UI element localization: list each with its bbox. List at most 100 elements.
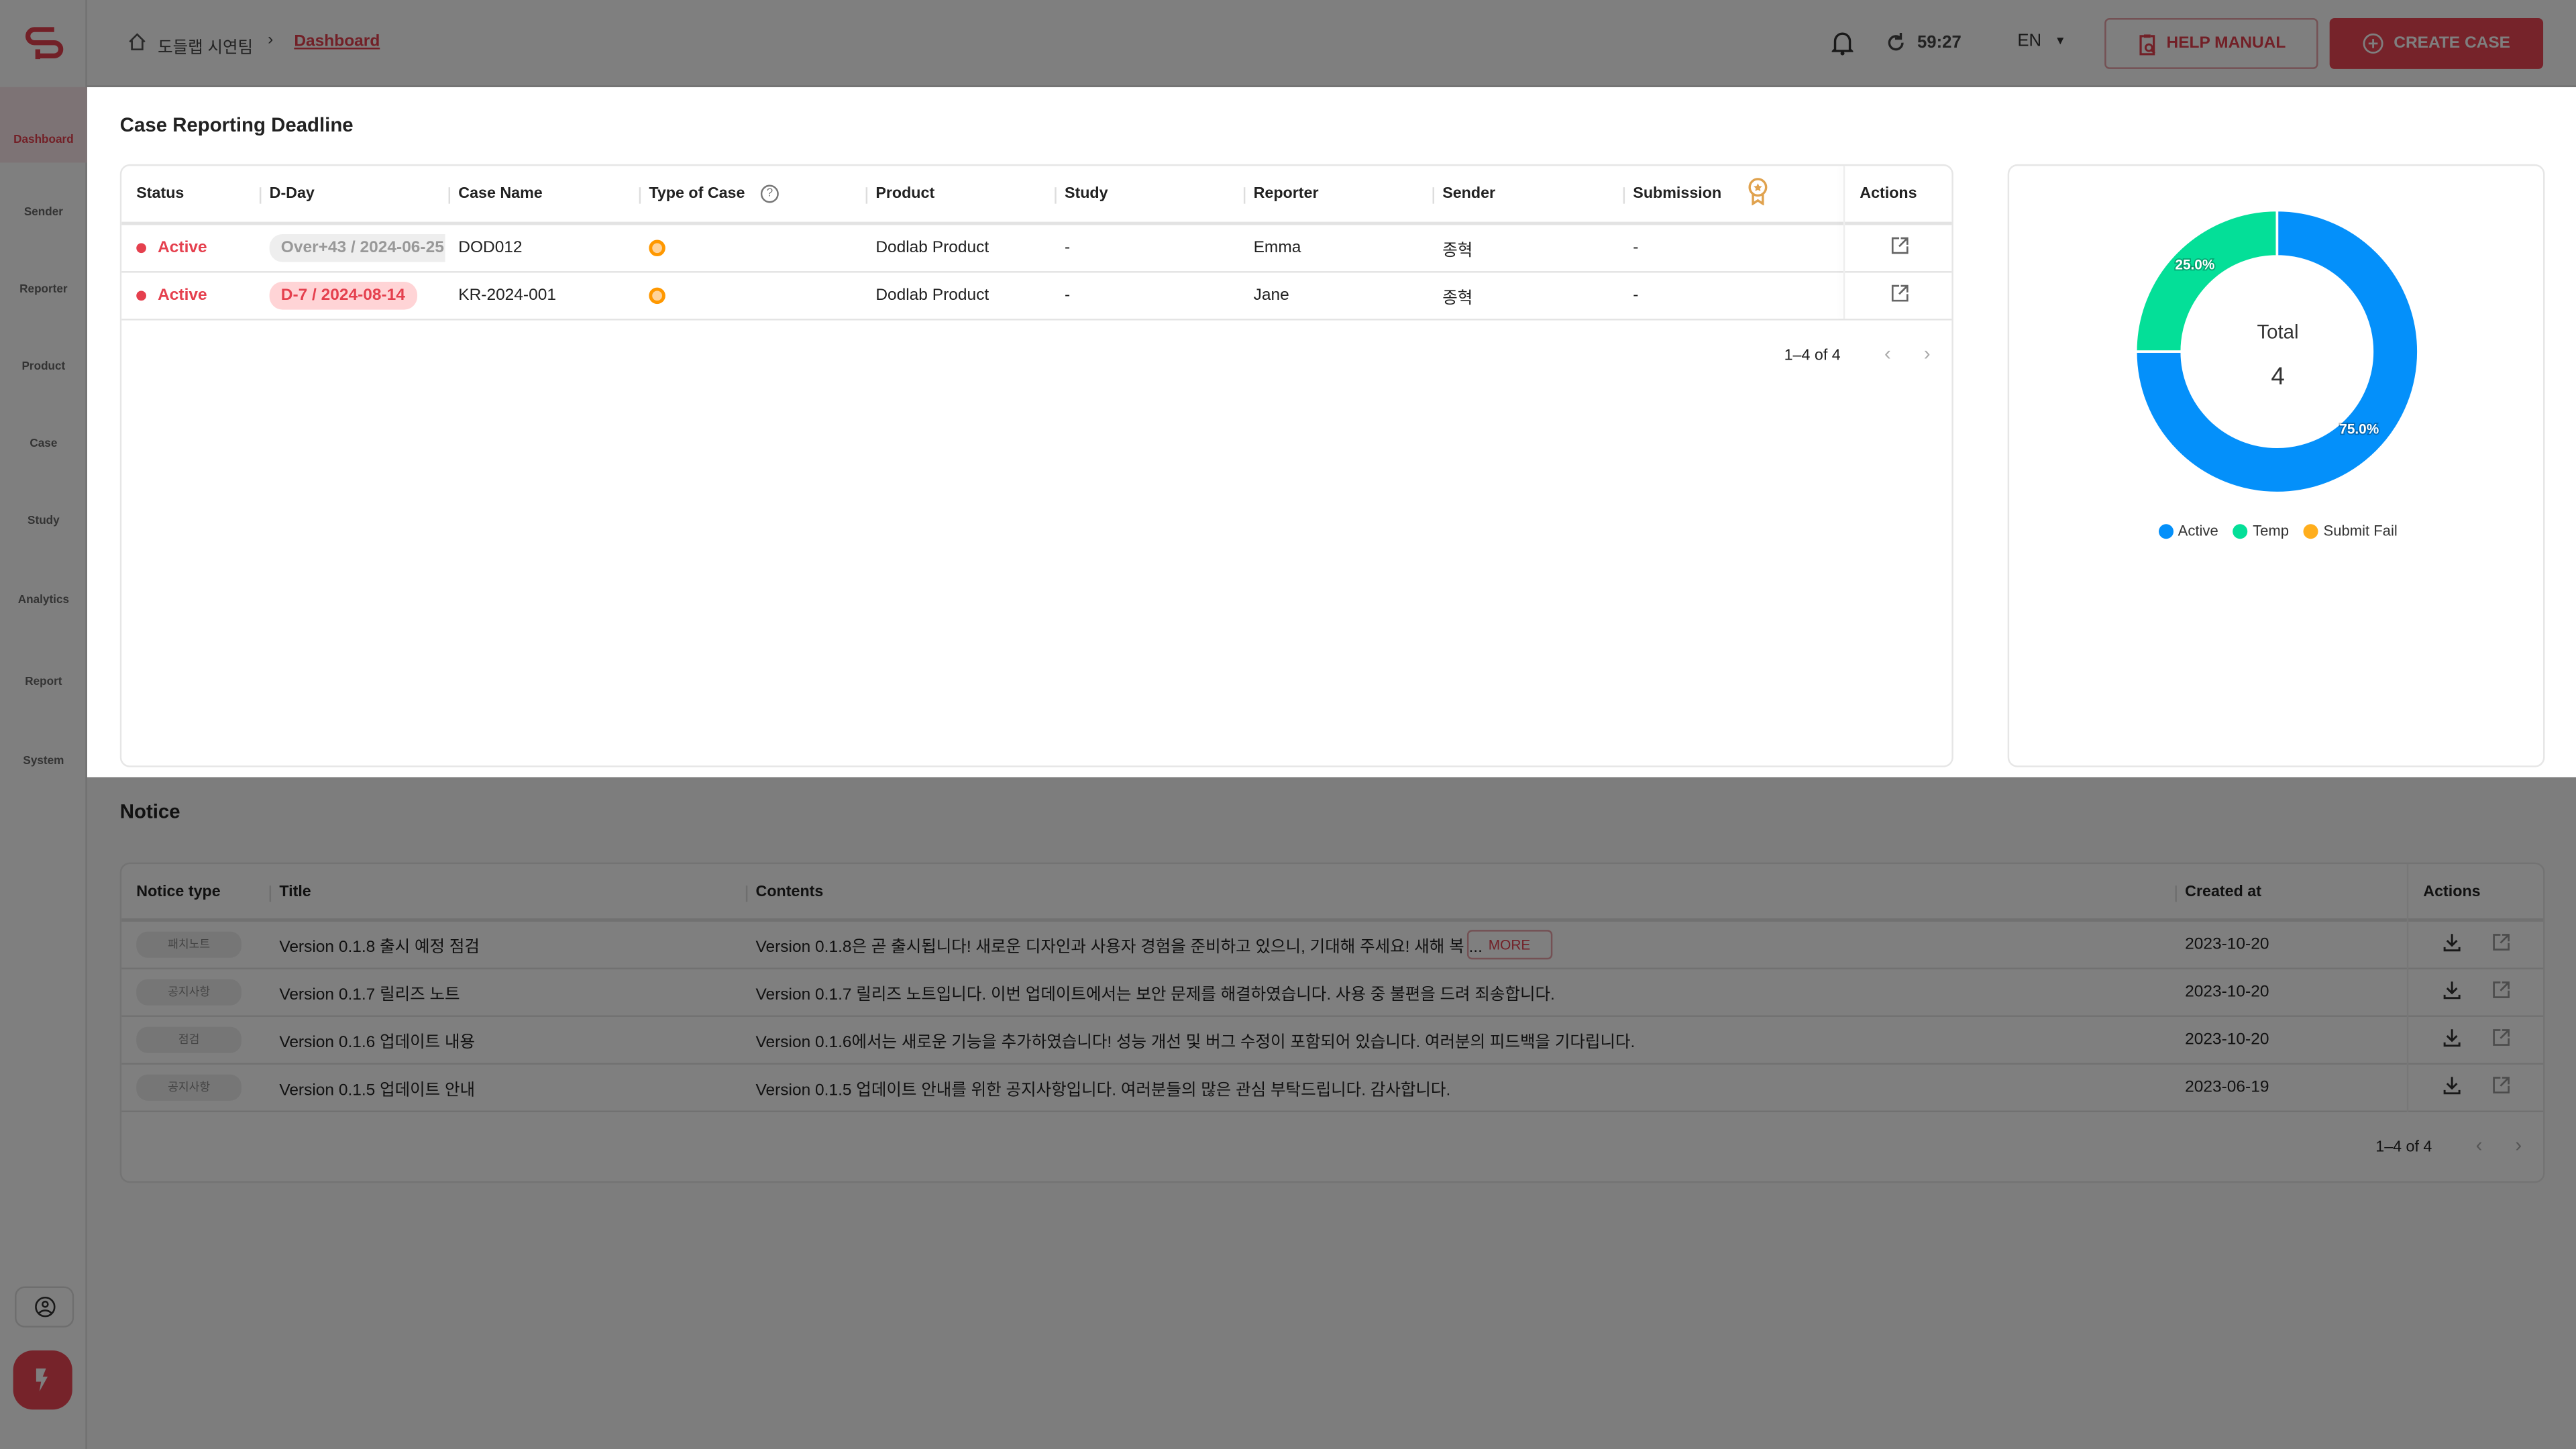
column-separator [1623, 187, 1625, 204]
open-external-icon[interactable] [2492, 933, 2510, 956]
column-separator [745, 885, 748, 902]
notice-table-header: Notice type Title Contents Created at Action… [121, 864, 2544, 922]
sidebar-item-system[interactable]: System [0, 708, 87, 784]
column-header-status[interactable]: Status [136, 185, 184, 203]
column-header-type-of-case[interactable]: Type of Case [649, 185, 745, 203]
case-name[interactable]: KR-2024-001 [458, 286, 556, 305]
dday-badge: D-7 / 2024-08-14 [269, 282, 417, 310]
sidebar-item-case[interactable]: Case [0, 391, 87, 467]
reporter-cell: Jane [1253, 286, 1289, 305]
notice-contents: Version 0.1.5 업데이트 안내를 위한 공지사항입니다. 여러분들의… [755, 1081, 1451, 1100]
open-external-icon[interactable] [1891, 284, 1909, 307]
bell-icon[interactable] [1831, 30, 1854, 56]
help-circle-icon[interactable]: ? [760, 184, 779, 203]
submission-cell: - [1633, 239, 1639, 258]
sidebar-item-dashboard[interactable]: Dashboard [0, 87, 87, 163]
notice-column-title[interactable]: Title [279, 882, 311, 900]
notice-row[interactable]: 공지사항 Version 0.1.5 업데이트 안내 Version 0.1.5 업… [121, 1065, 2544, 1112]
download-icon[interactable] [2443, 932, 2461, 957]
award-badge-icon [1748, 177, 1768, 210]
refresh-icon[interactable] [1886, 32, 1905, 52]
reporter-cell: Emma [1253, 239, 1301, 258]
chart-center-value: 4 [2271, 363, 2285, 391]
open-external-icon[interactable] [2492, 1076, 2510, 1099]
sidebar-item-label: System [23, 755, 64, 767]
sidebar-item-sender[interactable]: Sender [0, 160, 87, 235]
prev-page-icon[interactable]: ‹ [1884, 341, 1891, 364]
notice-column-notice-type[interactable]: Notice type [136, 882, 220, 900]
plus-circle-icon [2363, 33, 2383, 54]
chart-legend: Active Temp Submit Fail [2009, 523, 2546, 539]
column-header-reporter[interactable]: Reporter [1254, 185, 1319, 203]
language-select[interactable]: EN ▼ [2017, 32, 2065, 51]
notice-type-badge: 공지사항 [136, 1074, 242, 1101]
column-separator [1432, 187, 1434, 204]
column-header-study[interactable]: Study [1065, 185, 1108, 203]
sidebar-item-report[interactable]: Report [0, 629, 87, 705]
legend-item-submit-fail[interactable]: Submit Fail [2304, 523, 2398, 539]
home-icon[interactable] [128, 33, 146, 51]
open-external-icon[interactable] [2492, 981, 2510, 1004]
download-icon[interactable] [2443, 1075, 2461, 1100]
notice-row[interactable]: 점검 Version 0.1.6 업데이트 내용 Version 0.1.6에서는 … [121, 1017, 2544, 1065]
next-page-icon[interactable]: › [1924, 341, 1931, 364]
legend-label: Temp [2253, 522, 2290, 539]
sidebar-item-analytics[interactable]: Analytics [0, 547, 87, 623]
notice-prev-page-icon[interactable]: ‹ [2476, 1134, 2483, 1157]
notice-contents: Version 0.1.7 릴리즈 노트입니다. 이번 업데이트에서는 보안 문… [755, 986, 1555, 1005]
analytics-icon [30, 564, 56, 590]
donut-label-temp: 25.0% [2175, 258, 2214, 273]
status-dot-icon [136, 290, 146, 301]
notice-column-contents[interactable]: Contents [756, 882, 824, 900]
case-table-header: Status D-Day Case Name Type of Case Product S… [121, 166, 1952, 225]
open-external-icon[interactable] [2492, 1028, 2510, 1051]
download-icon[interactable] [2443, 980, 2461, 1005]
column-header-case-name[interactable]: Case Name [458, 185, 542, 203]
column-header-submission[interactable]: Submission [1633, 185, 1721, 203]
sidebar-item-label: Case [30, 438, 58, 451]
sidebar-item-study[interactable]: Study [0, 468, 87, 544]
notice-column-created-at[interactable]: Created at [2185, 882, 2261, 900]
breadcrumb-current[interactable]: Dashboard [294, 33, 380, 51]
notice-title[interactable]: Version 0.1.8 출시 예정 점검 [279, 932, 480, 957]
notice-title[interactable]: Version 0.1.5 업데이트 안내 [279, 1075, 475, 1100]
notice-title[interactable]: Version 0.1.6 업데이트 내용 [279, 1028, 475, 1053]
notice-column-actions[interactable]: Actions [2423, 882, 2480, 900]
clipboard-search-icon [2139, 34, 2155, 55]
case-row[interactable]: Active D-7 / 2024-08-14 KR-2024-001 Dodlab … [121, 273, 1952, 321]
download-icon[interactable] [2443, 1028, 2461, 1053]
notice-pagination-info: 1–4 of 4 [2375, 1138, 2432, 1157]
open-external-icon[interactable] [1891, 237, 1909, 260]
column-separator [269, 885, 272, 902]
notice-next-page-icon[interactable]: › [2515, 1134, 2522, 1157]
user-profile-button[interactable] [15, 1286, 74, 1328]
legend-item-temp[interactable]: Temp [2233, 523, 2289, 539]
breadcrumb-team[interactable]: 도들랩 시연팀 [158, 33, 253, 58]
create-case-button[interactable]: CREATE CASE [2329, 17, 2544, 69]
product-cell: Dodlab Product [875, 286, 989, 305]
column-header-product[interactable]: Product [875, 185, 934, 203]
help-manual-button[interactable]: HELP MANUAL [2104, 17, 2318, 69]
system-icon [30, 724, 56, 751]
sidebar-item-label: Analytics [17, 594, 70, 606]
submission-cell: - [1633, 286, 1639, 305]
chart-center-label: Total [2257, 320, 2299, 343]
legend-swatch-icon [2158, 523, 2174, 539]
donut-label-active: 75.0% [2339, 422, 2379, 437]
column-header-actions[interactable]: Actions [1860, 185, 1917, 203]
column-header-sender[interactable]: Sender [1442, 185, 1495, 203]
notice-row[interactable]: 공지사항 Version 0.1.7 릴리즈 노트 Version 0.1.7 릴리… [121, 969, 2544, 1017]
sidebar-item-reporter[interactable]: Reporter [0, 237, 87, 313]
more-button[interactable]: MORE [1466, 930, 1552, 960]
case-type-dot-icon [649, 239, 665, 257]
column-header-d-day[interactable]: D-Day [270, 185, 315, 203]
legend-item-active[interactable]: Active [2158, 523, 2218, 539]
notice-contents: Version 0.1.6에서는 새로운 기능을 추가하였습니다! 성능 개선 … [755, 1034, 1635, 1053]
case-name[interactable]: DOD012 [458, 239, 522, 257]
quick-action-button[interactable] [13, 1350, 72, 1410]
notice-title[interactable]: Version 0.1.7 릴리즈 노트 [279, 980, 460, 1005]
sidebar-item-product[interactable]: Product [0, 314, 87, 390]
notice-row[interactable]: 패치노트 Version 0.1.8 출시 예정 점검 Version 0.1.8은… [121, 922, 2544, 969]
sidebar: Dashboard Sender Reporter Product Case Study A… [0, 0, 87, 1449]
case-row[interactable]: Active Over+43 / 2024-06-25 DOD012 Dodlab P… [121, 225, 1952, 273]
